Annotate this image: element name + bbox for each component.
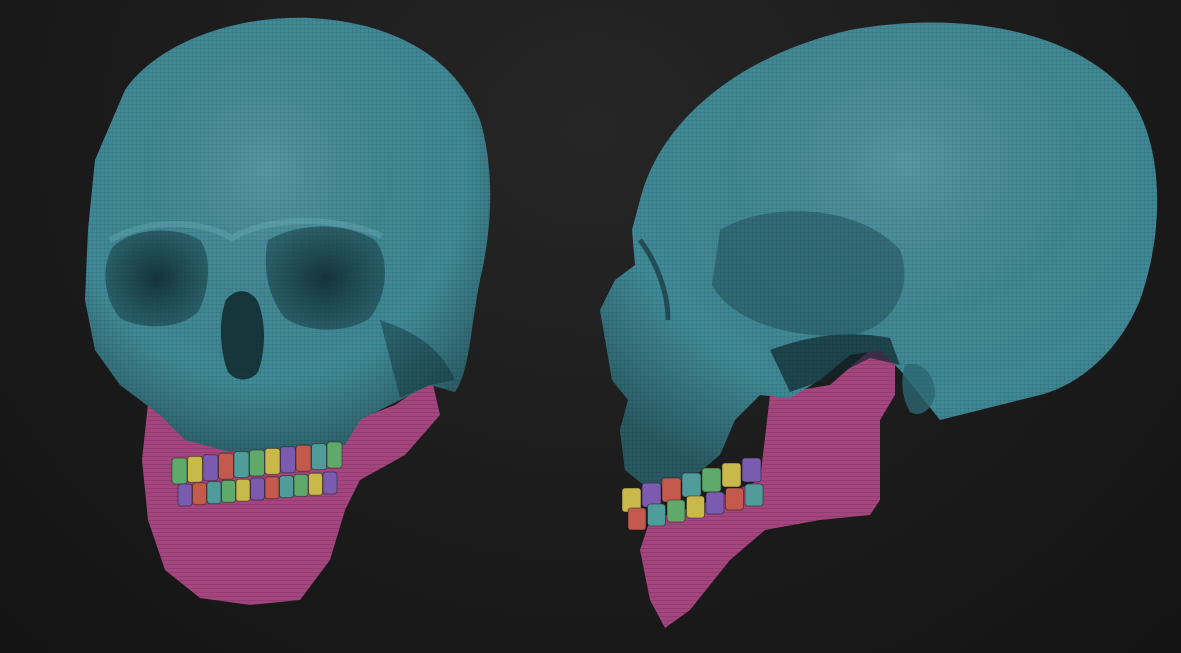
eye-socket-left [265,226,386,330]
tooth [308,472,323,496]
nasal-cavity [220,291,264,380]
tooth [250,477,265,501]
viewport-canvas[interactable] [0,0,1181,653]
tooth [725,487,744,511]
tooth [293,473,309,497]
tooth [187,455,203,483]
tooth [322,471,338,495]
tooth [295,444,312,472]
tooth [218,452,234,480]
tooth [701,467,722,493]
tooth [202,454,219,482]
tooth [311,443,327,471]
tooth [235,478,251,502]
scene-svg [85,17,1158,628]
tooth [721,462,742,488]
tooth [686,495,705,519]
tooth [326,441,343,469]
tooth [171,457,188,485]
tooth [661,477,682,503]
tooth [741,457,762,483]
tooth [233,451,250,479]
tooth [280,446,296,474]
tooth [666,499,686,523]
tooth [249,449,265,477]
tooth [264,447,281,475]
tooth [206,481,222,505]
skull-front-view [85,17,491,605]
tooth [705,491,725,515]
tooth [627,507,647,531]
eye-socket-right [105,230,209,327]
tooth [221,479,236,503]
tooth [279,475,294,499]
tooth [647,503,666,527]
tooth [641,482,662,508]
tooth [744,483,764,507]
skull-side-view [600,22,1158,628]
tooth [681,472,702,498]
tooth [264,476,280,500]
tooth [177,483,193,507]
tooth [192,482,207,506]
